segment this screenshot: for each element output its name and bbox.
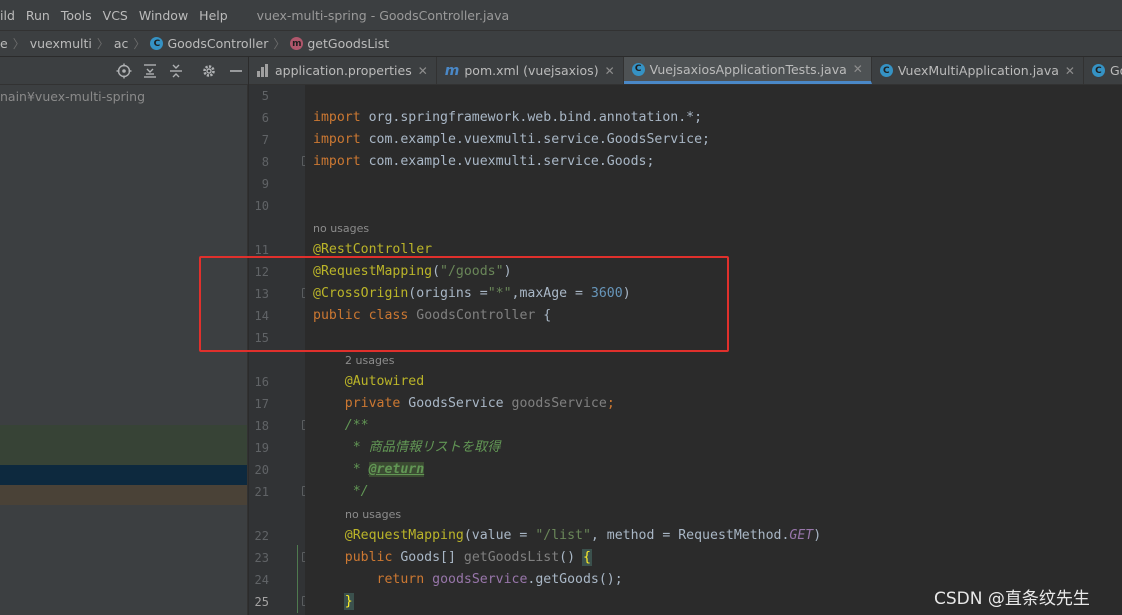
tree-row-selected[interactable] — [0, 465, 247, 485]
close-icon[interactable]: ✕ — [853, 62, 863, 76]
line-number-current: 25 — [254, 595, 269, 609]
change-marker — [297, 545, 298, 613]
project-path[interactable]: nain¥vuex-multi-spring — [0, 89, 145, 104]
menu-window[interactable]: Window — [139, 8, 188, 23]
code-editor[interactable]: import org.springframework.web.bind.anno… — [305, 85, 1122, 615]
menu-tools[interactable]: Tools — [61, 8, 92, 23]
tab-label: VuejsaxiosApplicationTests.java — [649, 61, 847, 77]
menu-bar: ild Run Tools VCS Window Help vuex-multi… — [0, 0, 1122, 30]
tab-label: application.properties — [275, 63, 412, 78]
code-line-23: public Goods[] getGoodsList() { — [344, 549, 592, 566]
code-line-19: * 商品情報リストを取得 — [344, 440, 501, 455]
breadcrumb-class-label: GoodsController — [167, 36, 269, 51]
line-number: 12 — [254, 265, 269, 279]
line-number: 8 — [261, 155, 269, 169]
watermark: CSDN @直条纹先生 — [934, 589, 1090, 609]
code-line-13: @CrossOrigin(origins ="*",maxAge = 3600) — [313, 286, 631, 301]
editor-tabs: application.properties ✕ m pom.xml (vuej… — [249, 57, 1122, 85]
breadcrumb-item-root[interactable]: e — [0, 36, 8, 51]
expand-all-icon[interactable] — [142, 63, 158, 79]
menu-run[interactable]: Run — [26, 8, 50, 23]
chevron-right-icon: 〉 — [273, 37, 286, 51]
menu-vcs[interactable]: VCS — [103, 8, 128, 23]
line-number: 9 — [261, 177, 269, 191]
line-number-gutter: 5 6 7 8 9 10 11 12 13 14 15 16 17 18 19 … — [249, 85, 311, 615]
line-number: 13 — [254, 287, 269, 301]
usage-hint[interactable]: no usages — [313, 222, 369, 235]
code-line-16: @Autowired — [344, 374, 425, 389]
code-line-12: @RequestMapping("/goods") — [313, 264, 512, 279]
line-number: 17 — [254, 397, 269, 411]
tab-label: pom.xml (vuejsaxios) — [464, 63, 599, 78]
line-number: 16 — [254, 375, 269, 389]
line-number: 24 — [254, 573, 269, 587]
close-icon[interactable]: ✕ — [605, 64, 615, 78]
line-number: 21 — [254, 485, 269, 499]
code-line-20: * @return — [344, 462, 425, 477]
line-number: 14 — [254, 309, 269, 323]
locate-icon[interactable] — [116, 63, 132, 79]
line-number: 18 — [254, 419, 269, 433]
chevron-right-icon: 〉 — [12, 37, 25, 51]
line-number: 20 — [254, 463, 269, 477]
usage-hint[interactable]: no usages — [345, 508, 401, 521]
code-line-17: private GoodsService goodsService; — [344, 396, 615, 411]
line-number: 22 — [254, 529, 269, 543]
code-line-24: return goodsService.getGoods(); — [376, 572, 623, 587]
code-line-14: public class GoodsController { — [313, 308, 552, 323]
tab-pom-xml[interactable]: m pom.xml (vuejsaxios) ✕ — [437, 57, 624, 84]
menu-build[interactable]: ild — [0, 8, 15, 23]
code-line-11: @RestController — [313, 242, 433, 257]
code-line-6: import org.springframework.web.bind.anno… — [313, 110, 703, 125]
class-icon: C — [879, 64, 893, 77]
breadcrumb-item-class[interactable]: C GoodsController — [150, 36, 268, 51]
chevron-right-icon: 〉 — [96, 37, 109, 51]
tab-vuejsaxios-application-tests[interactable]: C VuejsaxiosApplicationTests.java ✕ — [623, 57, 872, 84]
close-icon[interactable]: ✕ — [1065, 64, 1075, 78]
class-icon: C — [631, 62, 645, 76]
chevron-right-icon: 〉 — [133, 37, 146, 51]
tree-row-modified[interactable] — [0, 485, 247, 505]
collapse-all-icon[interactable] — [168, 63, 184, 79]
tab-goods-java[interactable]: C Goods.java ✕ — [1084, 57, 1122, 84]
code-line-21: */ — [344, 484, 369, 499]
code-line-18: /** — [344, 418, 369, 433]
tab-label: VuexMultiApplication.java — [897, 63, 1059, 78]
code-line-22: @RequestMapping(value = "/list", method … — [344, 528, 822, 543]
line-number: 23 — [254, 551, 269, 565]
line-number: 15 — [254, 331, 269, 345]
properties-icon — [257, 64, 270, 77]
breadcrumb: e 〉 vuexmulti 〉 ac 〉 C GoodsController 〉 … — [0, 30, 1122, 57]
usage-hint[interactable]: 2 usages — [345, 354, 394, 367]
line-number: 10 — [254, 199, 269, 213]
maven-icon: m — [444, 62, 460, 79]
line-number: 5 — [261, 89, 269, 103]
code-line-8: import com.example.vuexmulti.service.Goo… — [313, 154, 655, 169]
close-icon[interactable]: ✕ — [418, 64, 428, 78]
tab-label: Goods.java — [1109, 63, 1122, 78]
breadcrumb-item-subpackage[interactable]: ac — [114, 36, 129, 51]
project-tree: nain¥vuex-multi-spring — [0, 85, 248, 615]
line-number: 19 — [254, 441, 269, 455]
method-icon: m — [290, 37, 304, 50]
tree-row-highlighted[interactable] — [0, 425, 247, 465]
line-number: 11 — [254, 243, 269, 257]
line-number: 6 — [261, 111, 269, 125]
class-icon: C — [150, 37, 164, 50]
window-title: vuex-multi-spring - GoodsController.java — [256, 7, 510, 23]
line-number: 7 — [261, 133, 269, 147]
tab-vuex-multi-application[interactable]: C VuexMultiApplication.java ✕ — [872, 57, 1084, 84]
project-panel-header — [0, 57, 248, 85]
tab-application-properties[interactable]: application.properties ✕ — [249, 57, 437, 84]
breadcrumb-method-label: getGoodsList — [307, 36, 390, 51]
breadcrumb-item-method[interactable]: m getGoodsList — [290, 36, 389, 51]
breadcrumb-item-package[interactable]: vuexmulti — [30, 36, 92, 51]
class-icon: C — [1091, 64, 1105, 77]
gear-icon[interactable] — [201, 63, 217, 79]
code-line-25: } — [343, 593, 354, 610]
menu-help[interactable]: Help — [199, 8, 228, 23]
code-line-7: import com.example.vuexmulti.service.Goo… — [313, 132, 710, 147]
minimize-icon[interactable] — [228, 63, 244, 79]
